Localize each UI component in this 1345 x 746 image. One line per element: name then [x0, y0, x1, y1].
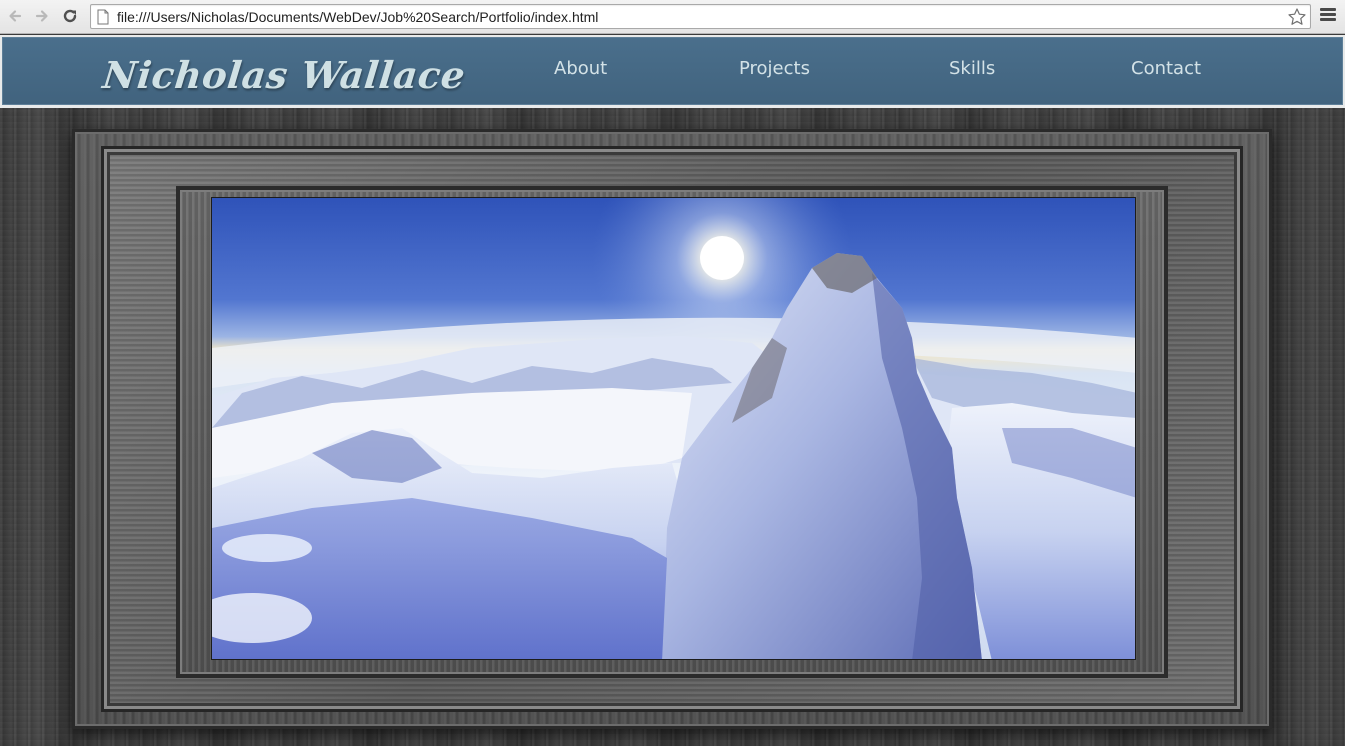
forward-arrow-icon	[35, 10, 48, 22]
reload-icon	[63, 9, 77, 23]
url-text: file:///Users/Nicholas/Documents/WebDev/…	[117, 9, 599, 25]
hero-mountain-photo	[211, 197, 1136, 660]
brand-logo-text[interactable]: Nicholas Wallace	[101, 53, 468, 97]
hamburger-menu-icon[interactable]	[1320, 8, 1336, 24]
site-header: Nicholas Wallace About Projects Skills C…	[0, 35, 1345, 108]
forward-button[interactable]	[31, 5, 53, 27]
nav-link-contact[interactable]: Contact	[1131, 58, 1201, 79]
back-button[interactable]	[4, 5, 26, 27]
nav-link-projects[interactable]: Projects	[739, 58, 810, 79]
reload-button[interactable]	[59, 5, 81, 27]
nav-link-skills[interactable]: Skills	[949, 58, 995, 79]
navbar: Nicholas Wallace About Projects Skills C…	[2, 37, 1343, 105]
address-bar[interactable]: file:///Users/Nicholas/Documents/WebDev/…	[90, 4, 1311, 29]
browser-toolbar: file:///Users/Nicholas/Documents/WebDev/…	[0, 0, 1345, 34]
back-arrow-icon	[9, 10, 22, 22]
page-icon	[97, 9, 109, 25]
star-icon[interactable]	[1287, 7, 1307, 27]
nav-link-about[interactable]: About	[554, 58, 607, 79]
